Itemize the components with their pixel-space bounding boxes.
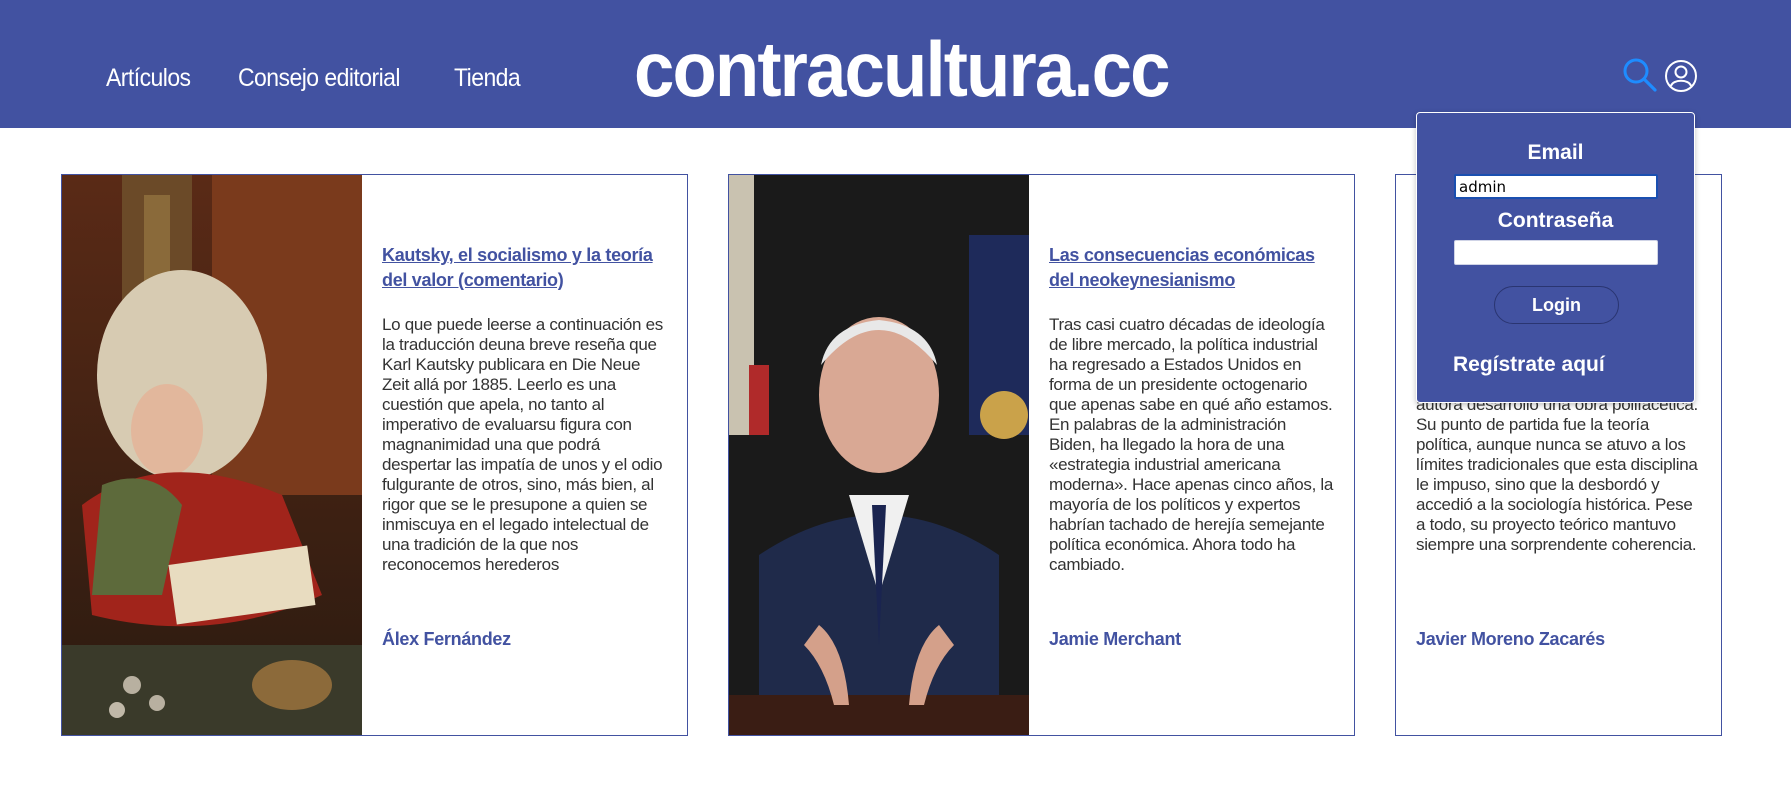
email-label: Email bbox=[1527, 141, 1584, 164]
nav-consejo-editorial[interactable]: Consejo editorial bbox=[238, 64, 401, 93]
main-nav: Artículos Consejo editorial Tienda bbox=[106, 64, 526, 93]
article-image[interactable] bbox=[729, 175, 1029, 735]
article-author[interactable]: Jamie Merchant bbox=[1049, 629, 1334, 650]
article-excerpt: autora desarrolló una obra polifacética.… bbox=[1416, 395, 1698, 554]
article-excerpt: Tras casi cuatro décadas de ideología de… bbox=[1049, 315, 1334, 574]
login-button[interactable]: Login bbox=[1494, 286, 1619, 324]
nav-articulos[interactable]: Artículos bbox=[106, 64, 191, 93]
nav-tienda[interactable]: Tienda bbox=[454, 64, 521, 93]
site-header: Artículos Consejo editorial Tienda contr… bbox=[0, 0, 1791, 128]
email-field[interactable] bbox=[1454, 174, 1658, 199]
article-image[interactable] bbox=[62, 175, 362, 735]
password-label: Contraseña bbox=[1497, 209, 1614, 232]
password-field[interactable] bbox=[1454, 240, 1658, 265]
article-card[interactable]: Kautsky, el socialismo y la teoría del v… bbox=[61, 174, 688, 736]
login-dropdown: Email Contraseña Login Regístrate aquí bbox=[1416, 112, 1695, 403]
register-link[interactable]: Regístrate aquí bbox=[1453, 353, 1605, 377]
search-icon[interactable] bbox=[1622, 57, 1658, 93]
article-title[interactable]: Kautsky, el socialismo y la teoría del v… bbox=[382, 243, 667, 293]
article-excerpt: Lo que puede leerse a continuación es la… bbox=[382, 315, 663, 574]
site-logo[interactable]: contracultura.cc bbox=[634, 24, 1170, 114]
article-author[interactable]: Álex Fernández bbox=[382, 629, 667, 650]
user-icon[interactable] bbox=[1664, 59, 1698, 93]
article-title[interactable]: Las consecuencias económicas del neokeyn… bbox=[1049, 243, 1334, 293]
article-author[interactable]: Javier Moreno Zacarés bbox=[1416, 629, 1706, 650]
article-card[interactable]: Las consecuencias económicas del neokeyn… bbox=[728, 174, 1355, 736]
